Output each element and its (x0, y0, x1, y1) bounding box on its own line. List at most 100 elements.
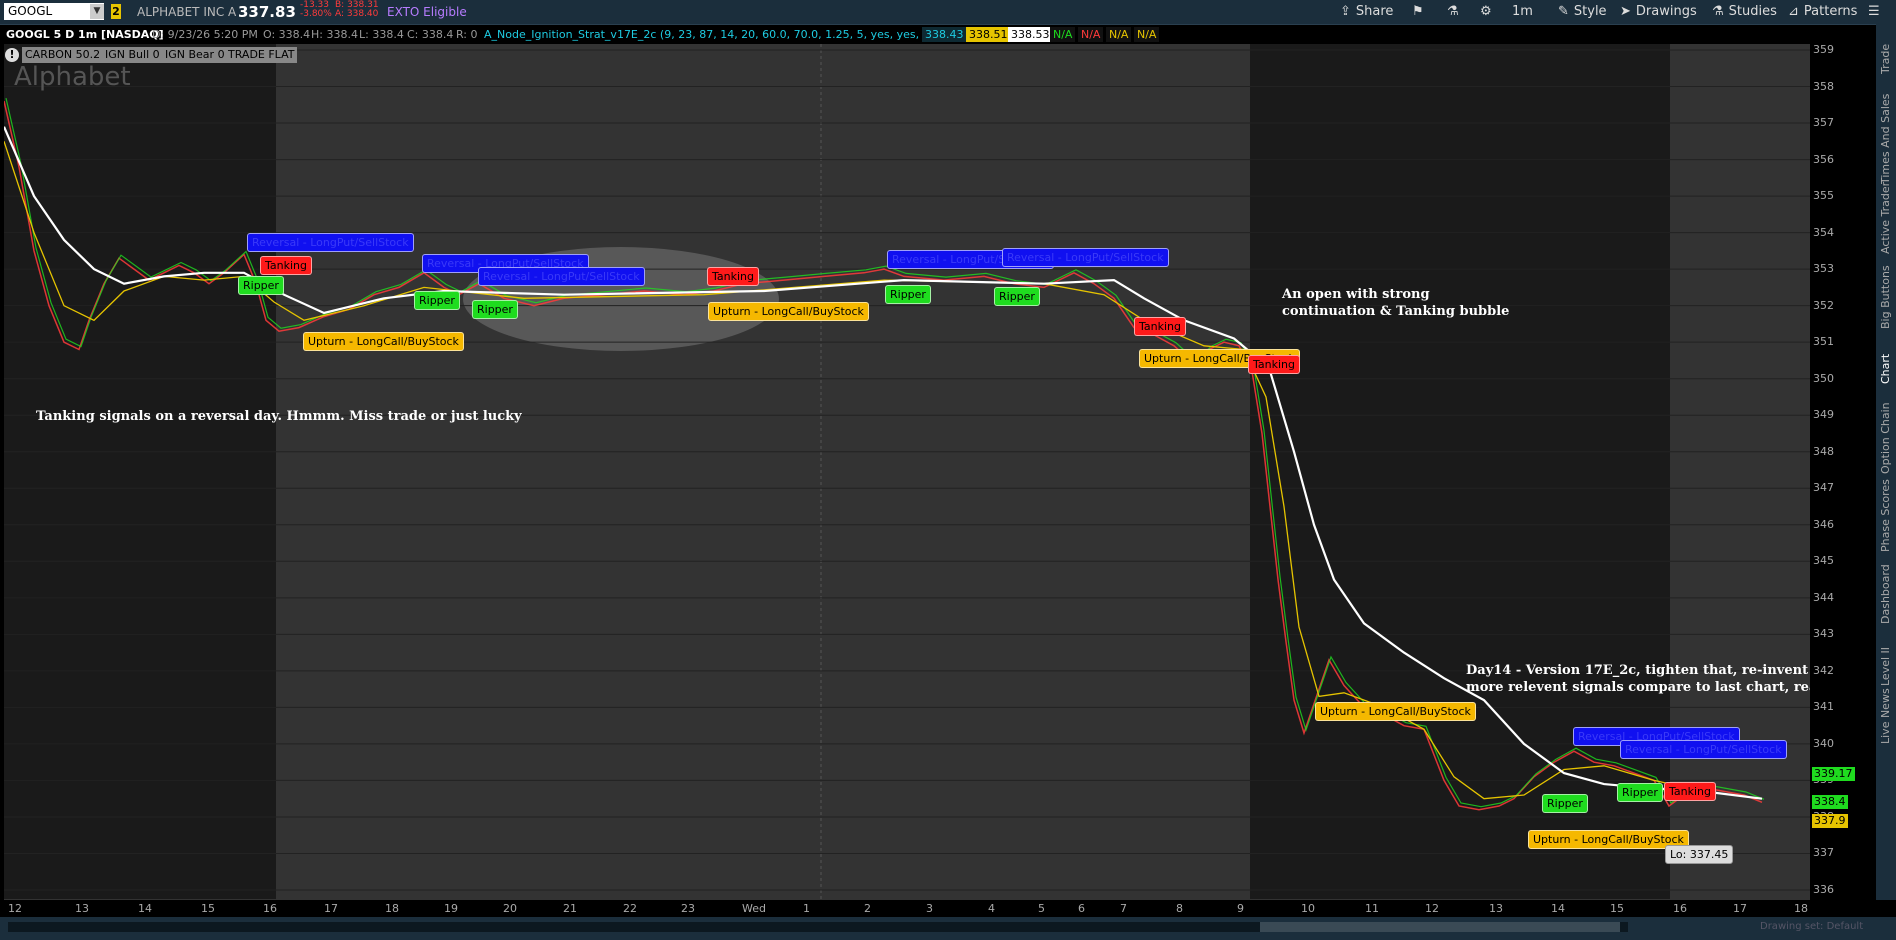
price-axis[interactable]: 359 358 357 356 355 354 353 352 351 350 349 348 347 3… (1810, 43, 1876, 899)
scroll-thumb[interactable] (1260, 922, 1620, 932)
time-tick: 12 (8, 902, 22, 915)
chart-canvas[interactable] (4, 44, 1810, 899)
study-value-2: 338.51 (966, 27, 1011, 42)
price-tag: 337.9 (1812, 813, 1848, 828)
reversal-bubble: Reversal - LongPut/SellStock (478, 267, 645, 286)
time-tick: 14 (1551, 902, 1565, 915)
time-axis[interactable]: 12 13 14 15 16 17 18 19 20 21 22 23 Wed 1 2 3 4 5 6 7 8 9 10 11… (4, 899, 1810, 918)
last-price: 337.83 (238, 3, 296, 21)
price-change: -13.33 -3.80% (300, 1, 332, 19)
ripper-bubble: Ripper (472, 300, 518, 319)
flag-button[interactable]: ⚑ (1412, 3, 1429, 21)
price-tick: 336 (1813, 883, 1834, 896)
drawings-button[interactable]: ➤ Drawings (1620, 3, 1697, 21)
time-tick: 9 (1237, 902, 1244, 915)
tanking-bubble: Tanking (260, 256, 312, 275)
drawing-set-label[interactable]: Drawing set: Default (1760, 921, 1863, 932)
timeframe-label: 1m (1512, 4, 1533, 19)
price-chart[interactable] (4, 44, 1810, 899)
price-tick: 348 (1813, 444, 1834, 458)
study-value-1: 338.43 (922, 27, 967, 42)
premarket-background (4, 44, 276, 899)
price-tick: 357 (1813, 116, 1834, 130)
timeframe-button[interactable]: 1m (1512, 3, 1533, 21)
share-button[interactable]: ⇪ Share (1340, 3, 1393, 21)
share-icon: ⇪ (1340, 4, 1351, 19)
side-tab-label: Active Trader (1879, 181, 1892, 254)
price-tick: 352 (1813, 298, 1834, 312)
bar-low: L: 338.4 (359, 28, 404, 41)
ripper-bubble: Ripper (238, 276, 284, 295)
reversal-bubble: Reversal - LongPut/SellStock (247, 233, 414, 252)
price-tick: 342 (1813, 663, 1834, 677)
change-percent: -3.80% (300, 9, 332, 19)
menu-icon: ☰ (1868, 4, 1880, 19)
gear-icon: ⚙ (1480, 4, 1492, 19)
flask-button[interactable]: ⚗ (1447, 3, 1464, 21)
time-tick: 21 (563, 902, 577, 915)
low-price-label: Lo: 337.45 (1665, 845, 1734, 864)
time-tick: 8 (1176, 902, 1183, 915)
reversal-bubble: Reversal - LongPut/SellStock (1620, 740, 1787, 759)
time-tick: 22 (623, 902, 637, 915)
time-tick: 18 (385, 902, 399, 915)
symbol-input[interactable]: GOOGL (4, 3, 104, 20)
chart-scrollbar[interactable]: Drawing set: Default (0, 917, 1896, 940)
link-group-badge[interactable]: 2 (111, 4, 121, 19)
upturn-bubble: Upturn - LongCall/BuyStock (1315, 702, 1476, 721)
company-name: ALPHABET INC A (137, 5, 237, 19)
study-na-1: N/A (1050, 27, 1076, 42)
chevron-down-icon[interactable]: ▼ (90, 4, 104, 19)
time-tick: 11 (1365, 902, 1379, 915)
bar-open: O: 338.4 (263, 28, 311, 41)
time-tick: 16 (1673, 902, 1687, 915)
chart-title: GOOGL 5 D 1m [NASDAQ] (6, 28, 164, 41)
time-tick: 16 (263, 902, 277, 915)
alert-icon[interactable]: ! (5, 48, 19, 62)
ripper-bubble: Ripper (1617, 783, 1663, 802)
bar-date: D: 9/23/26 5:20 PM (152, 28, 258, 41)
label-carbon: CARBON 50.2 (22, 47, 104, 63)
ripper-bubble: Ripper (994, 287, 1040, 306)
style-button[interactable]: ✎ Style (1558, 3, 1607, 21)
time-tick: 14 (138, 902, 152, 915)
symbol-watermark: Alphabet (14, 62, 131, 92)
time-tick: Wed (742, 902, 766, 915)
annotation-mid-1: An open with strong (1282, 287, 1430, 302)
time-tick: 13 (1489, 902, 1503, 915)
time-tick: 20 (503, 902, 517, 915)
label-trade-flat: TRADE FLAT (225, 47, 298, 63)
price-tick: 347 (1813, 481, 1834, 495)
price-tick: 355 (1813, 189, 1834, 203)
price-tick: 341 (1813, 700, 1834, 714)
settings-button[interactable]: ⚙ (1480, 3, 1497, 21)
time-tick: 4 (988, 902, 995, 915)
side-tab-label: Big Buttons (1879, 265, 1892, 329)
side-tab-label: Dashboard (1879, 564, 1892, 624)
ripper-bubble: Ripper (885, 285, 931, 304)
side-tab-label: Live News (1879, 688, 1892, 744)
price-tick: 349 (1813, 408, 1834, 422)
reversal-bubble: Reversal - LongPut/SellStock (1002, 248, 1169, 267)
label-ign-bear: IGN Bear 0 (162, 47, 228, 63)
menu-button[interactable]: ☰ (1868, 3, 1885, 21)
time-tick: 6 (1078, 902, 1085, 915)
patterns-button[interactable]: ⊿ Patterns (1788, 3, 1857, 21)
time-tick: 7 (1120, 902, 1127, 915)
price-tag: 339.17 (1812, 767, 1855, 782)
time-tick: 10 (1301, 902, 1315, 915)
price-tag: 338.4 (1812, 795, 1848, 810)
study-name[interactable]: A_Node_Ignition_Strat_v17E_2c (9, 23, 87… (484, 25, 972, 44)
session-background (1670, 44, 1810, 899)
time-tick: 1 (803, 902, 810, 915)
studies-button[interactable]: ⚗ Studies (1712, 3, 1777, 21)
ripper-bubble: Ripper (1542, 794, 1588, 813)
studies-icon: ⚗ (1712, 4, 1724, 19)
study-na-3: N/A (1106, 27, 1132, 42)
time-tick: 3 (926, 902, 933, 915)
tanking-bubble: Tanking (1134, 317, 1186, 336)
price-tick: 354 (1813, 225, 1834, 239)
bar-range: R: 0 (456, 28, 478, 41)
studies-label: Studies (1728, 4, 1777, 19)
cursor-icon: ➤ (1620, 4, 1631, 19)
